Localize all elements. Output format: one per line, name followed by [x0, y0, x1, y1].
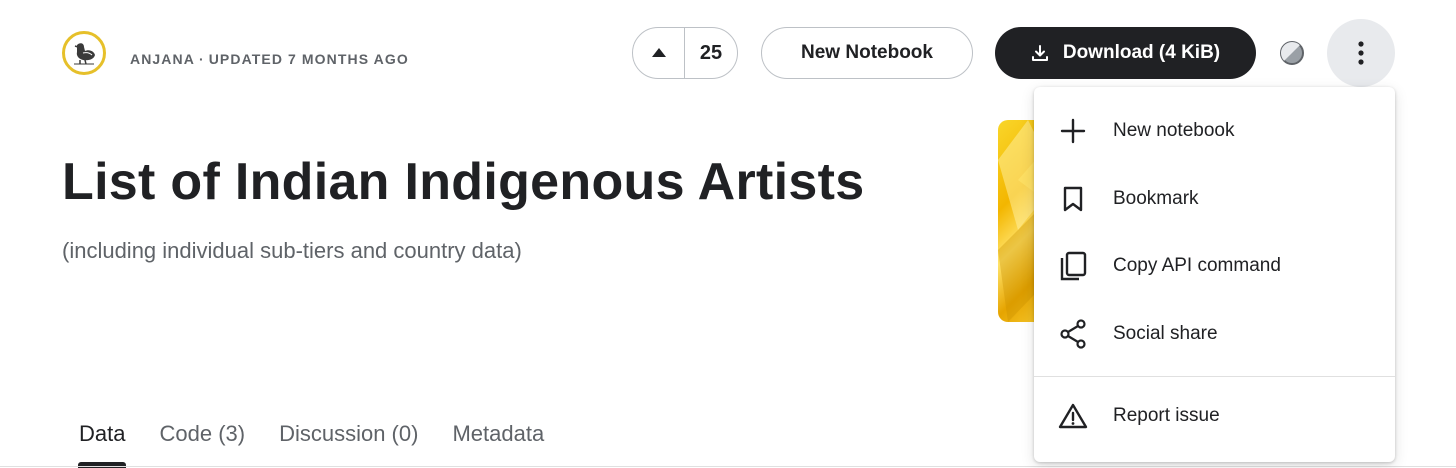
more-options-menu: New notebook Bookmark Copy API command S… — [1034, 87, 1395, 462]
bird-icon — [74, 43, 95, 65]
page-subtitle: (including individual sub-tiers and coun… — [62, 238, 522, 263]
owner-line: ANJANA · UPDATED 7 MONTHS AGO — [130, 51, 409, 67]
warning-icon — [1058, 401, 1088, 431]
download-button[interactable]: Download (4 KiB) — [995, 27, 1256, 79]
owner-name[interactable]: ANJANA — [130, 51, 195, 67]
plus-icon — [1058, 116, 1088, 146]
menu-item-copy-api-command[interactable]: Copy API command — [1034, 236, 1395, 296]
new-notebook-button[interactable]: New Notebook — [761, 27, 973, 79]
triangle-up-icon — [651, 48, 666, 57]
menu-item-label: New notebook — [1113, 120, 1235, 141]
bookmark-icon — [1058, 184, 1088, 214]
copy-icon — [1058, 251, 1088, 281]
owner-avatar[interactable] — [62, 31, 106, 75]
tab-data[interactable]: Data — [62, 418, 142, 468]
menu-item-report-issue[interactable]: Report issue — [1034, 386, 1395, 446]
download-label: Download (4 KiB) — [1062, 42, 1221, 63]
page-title: List of Indian Indigenous Artists — [62, 153, 865, 211]
more-options-button[interactable] — [1327, 19, 1395, 87]
dataset-page: ANJANA · UPDATED 7 MONTHS AGO 25 New Noteb… — [0, 0, 1456, 468]
tab-discussion[interactable]: Discussion (0) — [262, 418, 435, 450]
menu-item-bookmark[interactable]: Bookmark — [1034, 169, 1395, 229]
upvote-button[interactable] — [633, 28, 685, 78]
vertical-dots-icon — [1358, 41, 1364, 65]
vote-group: 25 — [632, 27, 738, 79]
theme-toggle-icon[interactable] — [1279, 40, 1305, 66]
menu-divider — [1034, 376, 1395, 377]
menu-item-label: Social share — [1113, 323, 1218, 344]
menu-item-social-share[interactable]: Social share — [1034, 304, 1395, 364]
download-icon — [1031, 45, 1048, 61]
updated-text: UPDATED 7 MONTHS AGO — [208, 51, 409, 67]
menu-item-label: Copy API command — [1113, 255, 1281, 276]
share-icon — [1058, 319, 1088, 349]
tab-bar: Data Code (3) Discussion (0) Metadata — [62, 418, 561, 468]
tabs-divider — [0, 466, 1456, 467]
separator: · — [198, 51, 205, 67]
menu-item-label: Report issue — [1113, 405, 1220, 426]
vote-count: 25 — [699, 41, 723, 64]
menu-item-new-notebook[interactable]: New notebook — [1034, 101, 1395, 161]
menu-item-label: Bookmark — [1113, 188, 1199, 209]
tab-code[interactable]: Code (3) — [142, 418, 262, 450]
tab-metadata[interactable]: Metadata — [435, 418, 561, 450]
